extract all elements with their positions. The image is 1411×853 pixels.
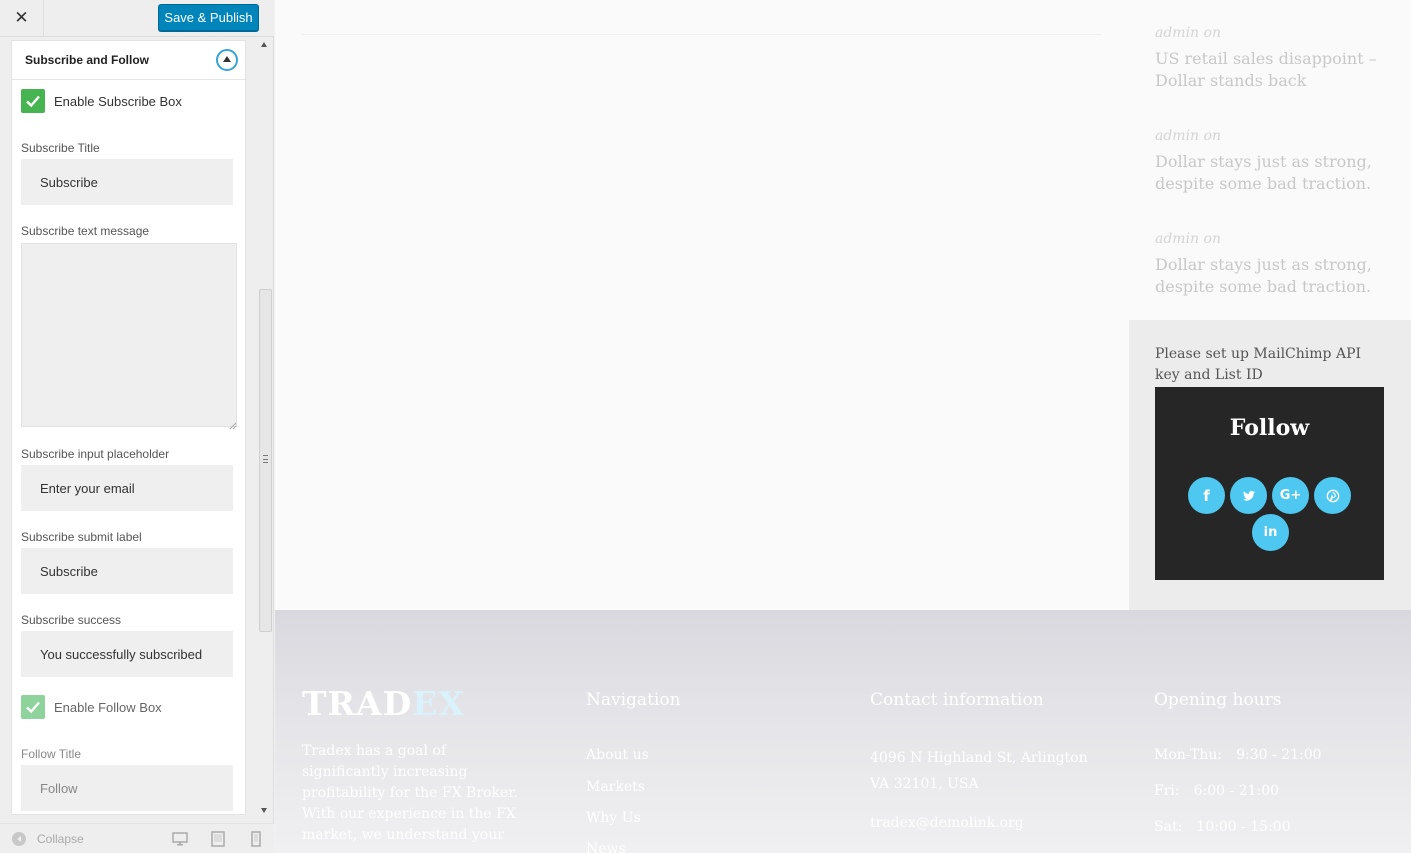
subscribe-placeholder-input[interactable]: Enter your email — [21, 465, 233, 511]
subscribe-message-label: Subscribe text message — [21, 224, 150, 238]
collapse-sidebar-button[interactable]: Collapse — [12, 832, 84, 846]
customizer-topbar: ✕ Save & Publish — [0, 0, 274, 37]
subscribe-message-textarea[interactable] — [21, 243, 237, 427]
follow-title-label: Follow Title — [21, 747, 82, 761]
mobile-preview-button[interactable] — [248, 831, 264, 847]
panel-scrollbar[interactable] — [258, 40, 273, 815]
enable-follow-checkbox[interactable] — [21, 695, 45, 719]
enable-subscribe-label: Enable Subscribe Box — [54, 93, 182, 109]
site-preview: admin on US retail sales disappoint – Do… — [275, 0, 1411, 853]
subscribe-submit-label: Subscribe submit label — [21, 530, 142, 544]
contact-heading: Contact information — [870, 690, 1044, 710]
post-meta: admin on — [1155, 25, 1221, 41]
follow-box: Follow f G+ in — [1155, 387, 1384, 580]
customizer-sidebar: ✕ Save & Publish Subscribe and Follow En… — [0, 0, 274, 853]
subscribe-placeholder-label: Subscribe input placeholder — [21, 447, 170, 461]
hours-heading: Opening hours — [1154, 690, 1282, 710]
hours-day: Mon-Thu: — [1154, 747, 1223, 763]
address-line-2: VA 32101, USA — [870, 776, 979, 792]
subscribe-success-input[interactable]: You successfully subscribed — [21, 631, 233, 677]
save-publish-button[interactable]: Save & Publish — [158, 4, 259, 31]
hours-time: 6:00 - 21:00 — [1193, 783, 1280, 799]
enable-follow-label: Enable Follow Box — [54, 699, 162, 715]
tradex-logo[interactable]: TRADEX — [302, 684, 465, 723]
chevron-up-icon — [223, 56, 231, 62]
about-text: Tradex has a goal of significantly incre… — [302, 743, 518, 843]
checkmark-icon — [26, 95, 40, 108]
hours-day: Sat: — [1154, 819, 1183, 835]
subscribe-title-input[interactable]: Subscribe — [21, 159, 233, 205]
tablet-icon — [211, 831, 225, 847]
recent-post[interactable]: admin on US retail sales disappoint – Do… — [1155, 25, 1385, 92]
pinterest-icon[interactable] — [1314, 477, 1351, 514]
subscribe-submit-input[interactable]: Subscribe — [21, 548, 233, 594]
post-meta: admin on — [1155, 128, 1221, 144]
follow-title-input[interactable]: Follow — [21, 765, 233, 811]
customizer-window: ✕ Save & Publish Subscribe and Follow En… — [0, 0, 1411, 853]
subscribe-follow-widget: Please set up MailChimp API key and List… — [1129, 320, 1411, 610]
enable-follow-checkbox-row[interactable]: Enable Follow Box — [21, 695, 162, 719]
desktop-icon — [172, 832, 188, 846]
nav-link-markets[interactable]: Markets — [586, 779, 645, 795]
recent-post[interactable]: admin on Dollar stays just as strong, de… — [1155, 231, 1385, 298]
post-title-link[interactable]: Dollar stays just as strong, despite som… — [1155, 151, 1385, 195]
subscribe-follow-panel: Subscribe and Follow Enable Subscribe Bo… — [11, 40, 246, 815]
hours-row: Sat: 10:00 - 15:00 — [1154, 819, 1291, 835]
hours-row: Fri: 6:00 - 21:00 — [1154, 783, 1279, 799]
scroll-down-arrow-icon[interactable] — [261, 808, 267, 813]
scroll-up-arrow-icon[interactable] — [261, 42, 267, 47]
facebook-icon[interactable]: f — [1188, 477, 1225, 514]
textarea-resize-handle[interactable] — [228, 417, 237, 430]
hours-day: Fri: — [1154, 783, 1180, 799]
tablet-preview-button[interactable] — [210, 831, 226, 847]
hours-time: 9:30 - 21:00 — [1236, 747, 1322, 763]
google-plus-icon[interactable]: G+ — [1272, 477, 1309, 514]
twitter-icon[interactable] — [1230, 477, 1267, 514]
subscribe-success-label: Subscribe success — [21, 613, 122, 627]
collapse-label: Collapse — [37, 832, 84, 846]
subscribe-title-label: Subscribe Title — [21, 141, 100, 155]
nav-link-why-us[interactable]: Why Us — [586, 810, 641, 826]
scrollbar-thumb[interactable] — [259, 289, 272, 632]
logo-part-2: EX — [412, 684, 465, 723]
recent-post[interactable]: admin on Dollar stays just as strong, de… — [1155, 128, 1385, 195]
mobile-icon — [251, 831, 261, 847]
mailchimp-notice: Please set up MailChimp API key and List… — [1155, 346, 1362, 383]
post-title-link[interactable]: Dollar stays just as strong, despite som… — [1155, 254, 1385, 298]
collapse-arrow-icon — [12, 832, 26, 846]
section-title: Subscribe and Follow — [25, 53, 150, 67]
logo-part-1: TRAD — [302, 684, 413, 723]
post-meta: admin on — [1155, 231, 1221, 247]
hours-time: 10:00 - 15:00 — [1196, 819, 1291, 835]
follow-title: Follow — [1229, 415, 1310, 441]
section-header: Subscribe and Follow — [12, 41, 245, 80]
enable-subscribe-checkbox-row[interactable]: Enable Subscribe Box — [21, 89, 182, 113]
grip-icon — [263, 455, 268, 463]
nav-link-news[interactable]: News — [586, 841, 626, 853]
navigation-heading: Navigation — [586, 690, 681, 710]
checkmark-icon — [26, 701, 40, 714]
close-customizer-button[interactable]: ✕ — [0, 0, 44, 36]
post-title-link[interactable]: US retail sales disappoint – Dollar stan… — [1155, 48, 1385, 92]
section-collapse-toggle[interactable] — [216, 49, 238, 71]
content-divider — [302, 34, 1102, 35]
customizer-footer-bar: Collapse — [0, 823, 274, 853]
nav-link-about[interactable]: About us — [586, 747, 649, 763]
contact-email-link[interactable]: tradex@demolink.org — [870, 815, 1024, 831]
desktop-preview-button[interactable] — [172, 831, 188, 847]
linkedin-icon[interactable]: in — [1252, 514, 1289, 551]
enable-subscribe-checkbox[interactable] — [21, 89, 45, 113]
resize-grip-icon — [229, 422, 237, 430]
address-line-1: 4096 N Highland St, Arlington — [870, 750, 1088, 766]
site-footer: TRADEX Tradex has a goal of significantl… — [275, 610, 1411, 853]
hours-row: Mon-Thu: 9:30 - 21:00 — [1154, 747, 1322, 763]
